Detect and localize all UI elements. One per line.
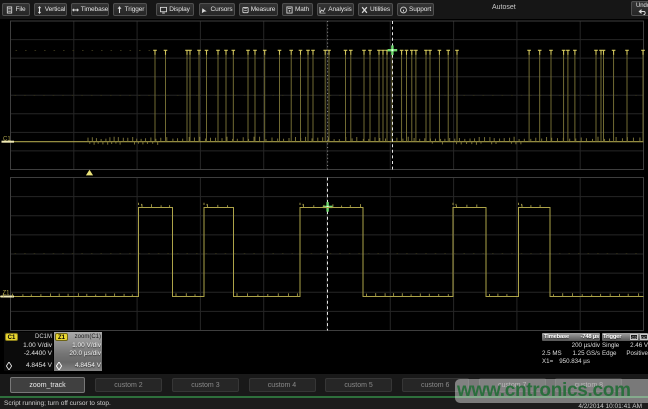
svg-text:C1: C1 <box>3 136 11 142</box>
